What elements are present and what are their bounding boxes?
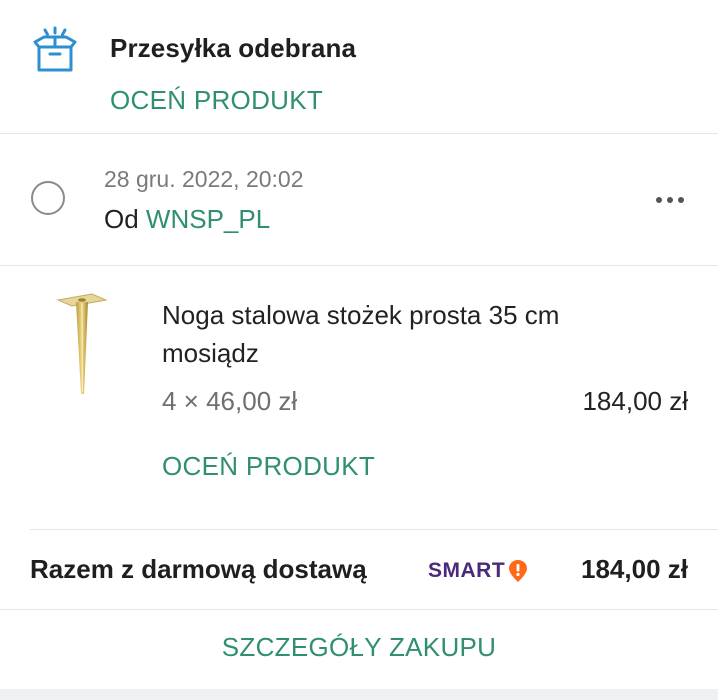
divider xyxy=(0,609,718,610)
smart-badge-text: SMART xyxy=(428,559,506,582)
smart-badge: SMART xyxy=(428,557,529,585)
seller-line: Od WNSP_PL xyxy=(104,204,270,235)
seller-link[interactable]: WNSP_PL xyxy=(146,204,270,234)
order-date: 28 gru. 2022, 20:02 xyxy=(104,166,304,192)
dot xyxy=(678,197,684,203)
divider xyxy=(0,133,718,134)
rate-product-link[interactable]: OCEŃ PRODUKT xyxy=(162,451,375,482)
shipment-status-title: Przesyłka odebrana xyxy=(110,33,357,63)
product-total: 184,00 zł xyxy=(582,386,688,416)
dot xyxy=(656,197,662,203)
divider xyxy=(30,529,718,530)
product-quantity-price: 4 × 46,00 zł xyxy=(162,386,298,416)
more-dots-icon[interactable] xyxy=(650,186,690,214)
summary-total: 184,00 zł xyxy=(581,554,688,584)
dot xyxy=(667,197,673,203)
shipment-status-section: Przesyłka odebrana OCEŃ PRODUKT xyxy=(0,0,718,133)
bottom-separator xyxy=(0,689,718,700)
smart-pin-icon xyxy=(509,560,528,582)
summary-label: Razem z darmową dostawą xyxy=(30,554,367,584)
package-box-icon xyxy=(33,26,77,72)
order-select-radio[interactable] xyxy=(31,181,65,215)
seller-prefix: Od xyxy=(104,204,146,234)
purchase-details-link[interactable]: SZCZEGÓŁY ZAKUPU xyxy=(0,632,718,663)
divider xyxy=(0,265,718,266)
rate-product-link[interactable]: OCEŃ PRODUKT xyxy=(110,85,323,116)
product-thumbnail[interactable] xyxy=(36,290,128,402)
order-card: Przesyłka odebrana OCEŃ PRODUKT 28 gru. … xyxy=(0,0,718,700)
product-name[interactable]: Noga stalowa stożek prosta 35 cm mosiądz xyxy=(162,296,602,372)
